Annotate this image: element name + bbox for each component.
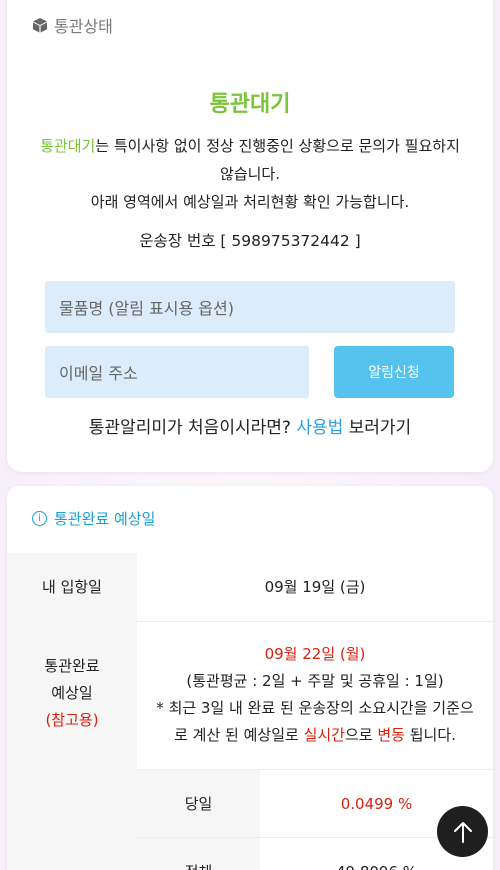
scroll-top-button[interactable]: [437, 806, 488, 857]
note-realtime: 실시간: [303, 726, 345, 744]
note-text: 으로: [344, 726, 378, 744]
email-input[interactable]: 이메일 주소: [45, 346, 309, 398]
item-name-placeholder: 물품명 (알림 표시용 옵션): [59, 299, 234, 318]
guide-text: 통관알리미가 처음이시라면? 사용법 보러가기: [0, 413, 500, 438]
stat-label-total: 전체: [137, 838, 260, 870]
email-placeholder: 이메일 주소: [59, 364, 138, 383]
arrow-up-icon: [453, 821, 472, 843]
section-title-text: 통관완료 예상일: [54, 510, 156, 528]
status-desc-line2: 아래 영역에서 예상일과 처리현황 확인 가능합니다.: [90, 193, 410, 211]
complete-value-cell: 09월 22일 (월) (통관평균 : 2일 + 주말 및 공휴일 : 1일) …: [137, 621, 493, 769]
complete-date: 09월 22일 (월): [264, 645, 366, 663]
estimate-note-1: * 최근 3일 내 완료 된 운송장의 소요시간을 기준으: [156, 699, 474, 717]
header-title: 통관상태: [54, 17, 113, 36]
card-header: 통관상태: [32, 13, 113, 37]
status-highlight: 통관대기: [40, 137, 96, 155]
note-change: 변동: [377, 726, 405, 744]
arrival-label-cell: 내 입항일: [7, 553, 137, 621]
complete-label-2: 예상일: [51, 684, 93, 702]
arrival-value-cell: 09월 19일 (금): [137, 553, 493, 621]
box-icon: [33, 18, 47, 33]
tracking-number: 운송장 번호 [ 598975372442 ]: [139, 232, 361, 250]
note-text: 로 계산 된 예상일로: [174, 726, 304, 744]
item-name-input[interactable]: 물품명 (알림 표시용 옵션): [45, 281, 455, 333]
info-icon: i: [32, 511, 47, 526]
guide-suffix: 보러가기: [343, 418, 412, 438]
complete-label-1: 통관완료: [44, 657, 100, 675]
status-desc-text: 는 특이사항 없이 정상 진행중인 상황으로 문의가 필요하지 않습니다.: [95, 137, 460, 183]
arrival-value: 09월 19일 (금): [264, 577, 366, 596]
estimate-note-2: 로 계산 된 예상일로 실시간으로 변동 됩니다.: [174, 722, 456, 749]
guide-prefix: 통관알리미가 처음이시라면?: [88, 418, 297, 438]
note-text: 됩니다.: [404, 726, 456, 744]
complete-label-cell: 통관완료 예상일 (참고용): [7, 621, 137, 870]
alert-subscribe-button[interactable]: 알림신청: [334, 346, 454, 398]
complete-label-3: (참고용): [45, 711, 99, 729]
status-title: 통관대기: [209, 92, 291, 117]
status-description: 통관대기는 특이사항 없이 정상 진행중인 상황으로 문의가 필요하지 않습니다…: [40, 132, 460, 216]
arrival-label: 내 입항일: [42, 577, 102, 596]
estimate-section-title: i 통관완료 예상일: [32, 508, 155, 529]
stat-label-today: 당일: [137, 770, 260, 837]
usage-guide-link[interactable]: 사용법: [296, 418, 343, 438]
complete-detail: (통관평균 : 2일 + 주말 및 공휴일 : 1일): [186, 672, 444, 690]
